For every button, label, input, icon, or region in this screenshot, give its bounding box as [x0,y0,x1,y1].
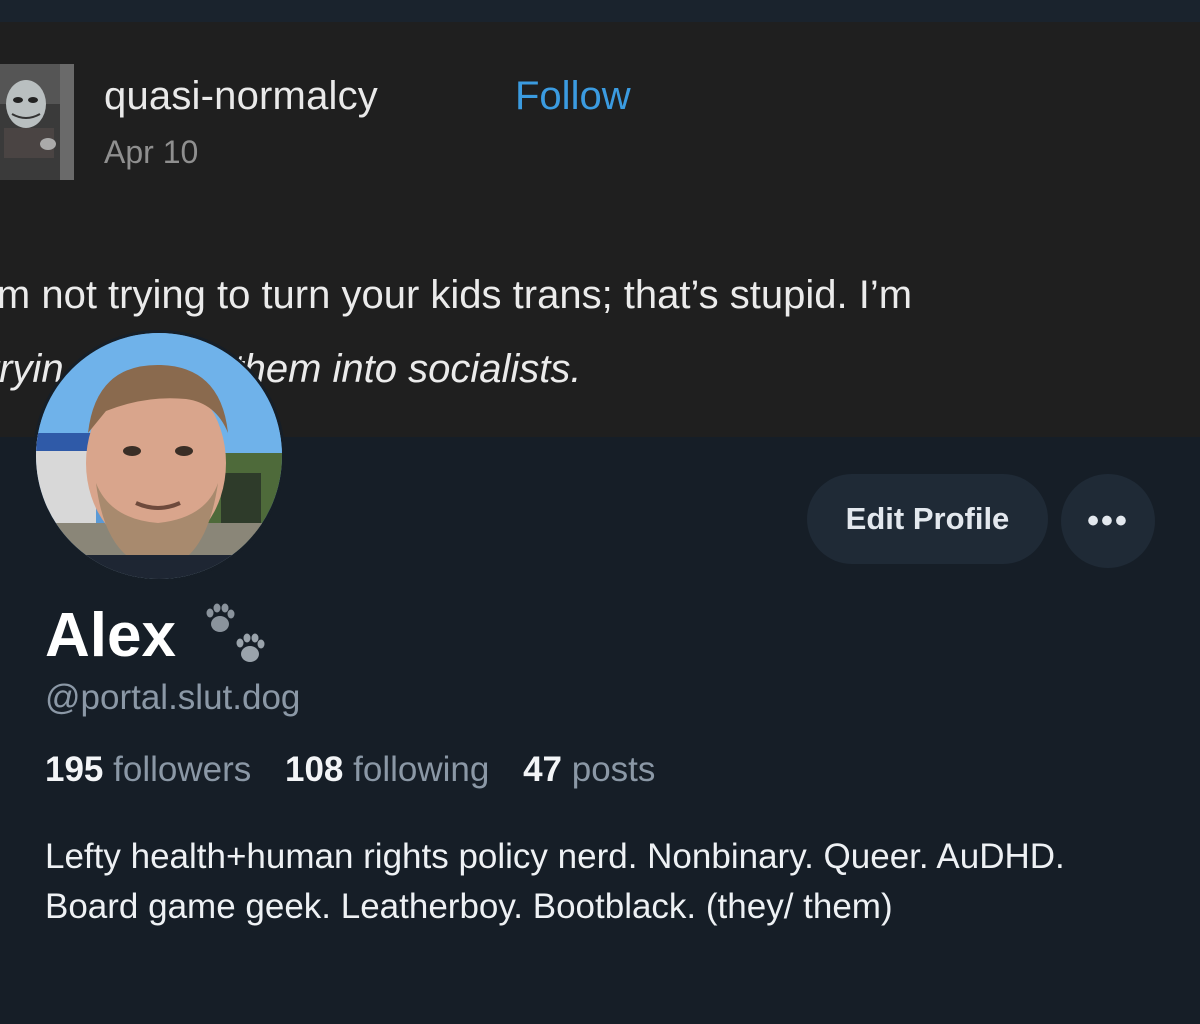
profile-handle: @portal.slut.dog [45,678,301,717]
followers-count: 195 [45,750,104,789]
display-name: Alex [45,601,176,670]
banner-post-date: Apr 10 [104,134,199,170]
following-label: following [353,750,490,789]
banner-username[interactable]: quasi-normalcy [104,74,378,119]
posts-stat[interactable]: 47 posts [523,750,655,790]
top-strip [0,0,1200,22]
profile-avatar[interactable] [33,330,285,582]
following-stat[interactable]: 108 following [285,750,489,790]
banner-text-line-1: ’m not trying to turn your kids trans; t… [0,273,913,317]
followers-label: followers [113,750,252,789]
paw-prints-icon [206,603,265,662]
following-count: 108 [284,750,344,789]
posts-label: posts [571,750,656,789]
posts-count: 47 [523,750,562,789]
profile-stats: 195 followers 108 following 47 posts [45,750,679,790]
more-options-button[interactable]: ••• [1061,474,1155,568]
banner-user-avatar [0,64,74,180]
ellipsis-icon: ••• [1087,501,1129,540]
followers-stat[interactable]: 195 followers [45,750,251,790]
edit-profile-button[interactable]: Edit Profile [807,474,1048,564]
profile-bio: Lefty health+human rights policy nerd. N… [45,837,1065,926]
banner-follow-link[interactable]: Follow [515,74,631,119]
